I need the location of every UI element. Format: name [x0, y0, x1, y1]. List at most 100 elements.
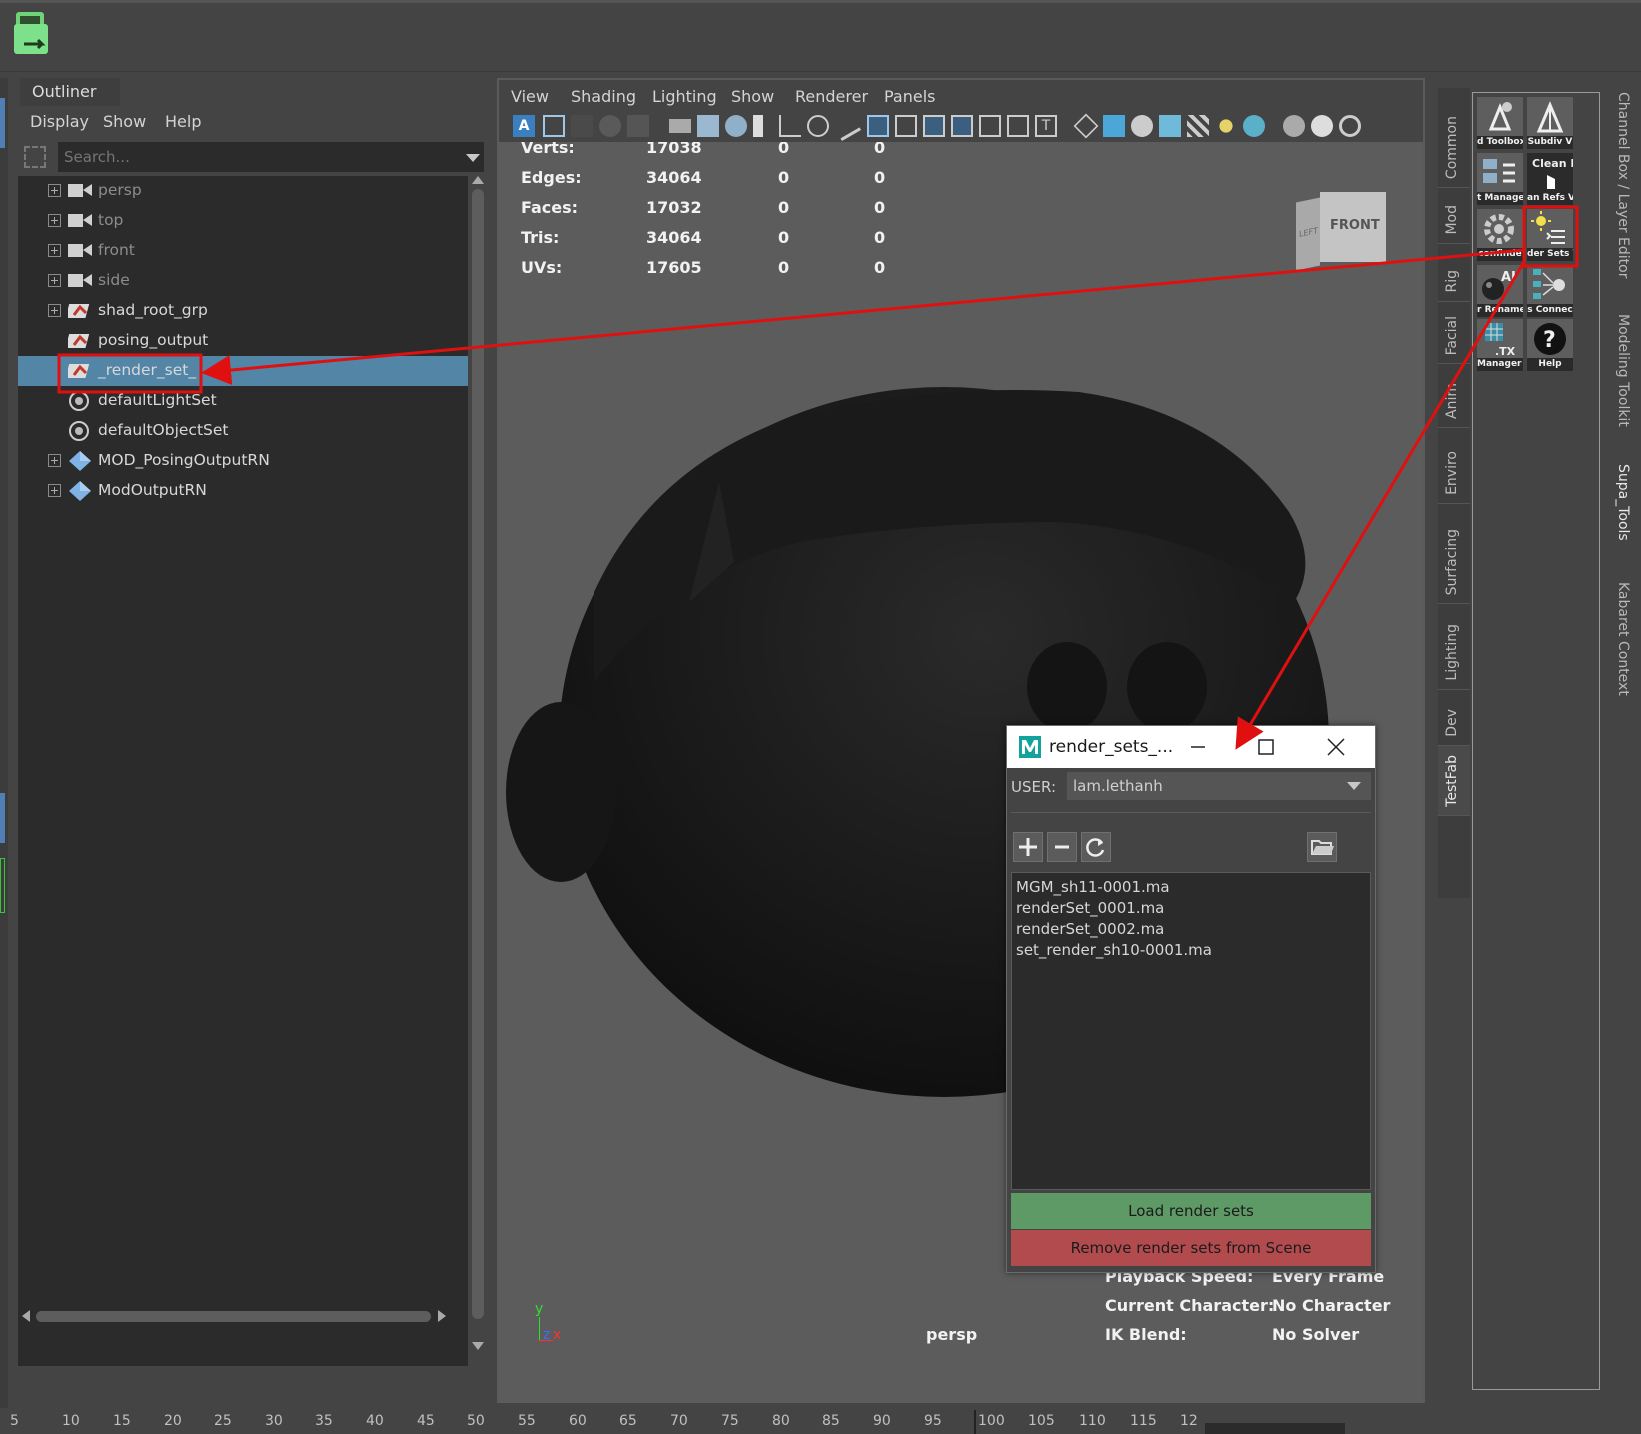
image-plane-icon[interactable] [571, 115, 593, 137]
search-input[interactable] [58, 142, 484, 172]
tab-surfacing[interactable]: Surfacing [1438, 504, 1470, 604]
outliner-row[interactable]: top [18, 206, 468, 236]
outliner-row[interactable]: _render_set_ [18, 356, 468, 386]
menu-panels[interactable]: Panels [884, 87, 936, 106]
tx-manager-button[interactable]: .TX Manager V [1477, 319, 1523, 371]
connect-button[interactable]: s Connec [1527, 265, 1573, 317]
list-item[interactable]: set_render_sh10-0001.ma [1016, 940, 1370, 961]
menu-shading[interactable]: Shading [571, 87, 636, 106]
film-gate-icon[interactable] [895, 115, 917, 137]
expand-icon[interactable] [48, 214, 61, 227]
tab-mod[interactable]: Mod [1438, 188, 1470, 244]
vertical-scrollbar[interactable] [470, 174, 486, 1364]
list-item[interactable]: renderSet_0002.ma [1016, 919, 1370, 940]
default-material-icon[interactable] [1131, 115, 1153, 137]
add-button[interactable] [1013, 832, 1043, 862]
anti-aliasing-icon[interactable] [1339, 115, 1361, 137]
outliner-row[interactable]: shad_root_grp [18, 296, 468, 326]
ambient-occlusion-icon[interactable] [1283, 115, 1305, 137]
menu-view[interactable]: View [511, 87, 549, 106]
tab-modeling-toolkit[interactable]: Modeling Toolkit [1607, 310, 1639, 440]
select-camera-icon[interactable]: A [513, 115, 535, 137]
tab-enviro[interactable]: Enviro [1438, 428, 1470, 504]
outliner-row[interactable]: defaultLightSet [18, 386, 468, 416]
search-dropdown-icon[interactable] [466, 154, 480, 162]
resolution-gate-icon[interactable] [923, 115, 945, 137]
gate-mask-icon[interactable] [951, 115, 973, 137]
tab-channel-box[interactable]: Channel Box / Layer Editor [1607, 88, 1639, 298]
outliner-tab[interactable]: Outliner [20, 78, 120, 106]
bookmark-icon[interactable] [627, 115, 649, 137]
script-editor-icon[interactable] [12, 10, 56, 60]
timeline[interactable]: 5 10 15 20 25 30 35 40 45 50 55 60 65 70… [0, 1410, 1641, 1434]
tab-kabaret-context[interactable]: Kabaret Context [1607, 578, 1639, 708]
expand-icon[interactable] [48, 454, 61, 467]
tab-facial[interactable]: Facial [1438, 302, 1470, 364]
dialog-titlebar[interactable]: render_sets_... [1007, 726, 1375, 768]
remove-render-sets-button[interactable]: Remove render sets from Scene [1011, 1230, 1371, 1266]
viewcube[interactable]: LEFT FRONT [1296, 192, 1386, 271]
confinder-button[interactable]: confinde [1477, 209, 1523, 261]
horizontal-scrollbar[interactable] [18, 1308, 468, 1324]
clean-refs-button[interactable]: Clean REF an Refs V [1527, 153, 1573, 205]
tab-common[interactable]: Common [1438, 88, 1470, 188]
outliner-row[interactable]: ModOutputRN [18, 476, 468, 506]
open-folder-button[interactable] [1307, 832, 1337, 862]
tab-anim[interactable]: Anim [1438, 364, 1470, 428]
outliner-row[interactable]: side [18, 266, 468, 296]
current-frame-marker[interactable] [974, 1410, 976, 1434]
menu-lighting[interactable]: Lighting [652, 87, 717, 106]
subdiv-button[interactable]: Subdiv V [1527, 97, 1573, 149]
close-button[interactable] [1321, 732, 1351, 762]
safe-title-icon[interactable]: T [1035, 115, 1057, 137]
sphere-icon[interactable] [599, 115, 621, 137]
frame-icon[interactable] [543, 115, 565, 137]
lock-camera-icon[interactable] [697, 115, 719, 137]
tab-lighting[interactable]: Lighting [1438, 604, 1470, 690]
camera-attributes-icon[interactable] [725, 115, 747, 137]
viewcube-front-face[interactable]: FRONT [1320, 192, 1386, 262]
minimize-button[interactable] [1183, 732, 1213, 762]
grid-toggle-icon[interactable] [867, 115, 889, 137]
textured-icon[interactable] [1187, 115, 1209, 137]
wireframe-on-shaded-icon[interactable] [1159, 115, 1181, 137]
grid-icon[interactable] [779, 115, 801, 137]
rename-button[interactable]: AI r Rename [1477, 265, 1523, 317]
tab-testfab[interactable]: TestFab [1438, 746, 1470, 816]
expand-icon[interactable] [48, 274, 61, 287]
pan-zoom-icon[interactable] [807, 115, 829, 137]
manager-button[interactable]: t Manage [1477, 153, 1523, 205]
viewcube-left-face[interactable]: LEFT [1296, 197, 1320, 271]
outliner-row[interactable]: defaultObjectSet [18, 416, 468, 446]
outliner-row[interactable]: front [18, 236, 468, 266]
tab-dev[interactable]: Dev [1438, 690, 1470, 746]
motion-blur-icon[interactable] [1311, 115, 1333, 137]
wireframe-icon[interactable] [1073, 113, 1099, 139]
filter-icon[interactable] [24, 146, 46, 168]
expand-icon[interactable] [48, 184, 61, 197]
tab-rig[interactable]: Rig [1438, 244, 1470, 302]
camera-icon[interactable] [669, 119, 691, 133]
outliner-row[interactable]: posing_output [18, 326, 468, 356]
expand-icon[interactable] [48, 484, 61, 497]
menu-show[interactable]: Show [103, 112, 146, 131]
menu-renderer[interactable]: Renderer [795, 87, 868, 106]
outliner-row[interactable]: MOD_PosingOutputRN [18, 446, 468, 476]
expand-icon[interactable] [48, 304, 61, 317]
menu-help[interactable]: Help [165, 112, 201, 131]
remove-button[interactable] [1047, 832, 1077, 862]
use-lights-icon[interactable] [1219, 119, 1233, 133]
user-select[interactable]: lam.lethanh [1067, 772, 1371, 800]
range-slider[interactable] [1205, 1423, 1345, 1434]
maximize-button[interactable] [1251, 732, 1281, 762]
safe-action-icon[interactable] [1007, 115, 1029, 137]
load-render-sets-button[interactable]: Load render sets [1011, 1193, 1371, 1229]
menu-display[interactable]: Display [30, 112, 89, 131]
help-button[interactable]: ? Help [1527, 319, 1573, 371]
grease-pencil-icon[interactable] [830, 110, 862, 142]
bookmark-icon[interactable] [753, 115, 763, 137]
field-chart-icon[interactable] [979, 115, 1001, 137]
outliner-row[interactable]: persp [18, 176, 468, 206]
tab-supa-tools[interactable]: Supa_Tools [1607, 460, 1639, 560]
smooth-shade-icon[interactable] [1103, 115, 1125, 137]
